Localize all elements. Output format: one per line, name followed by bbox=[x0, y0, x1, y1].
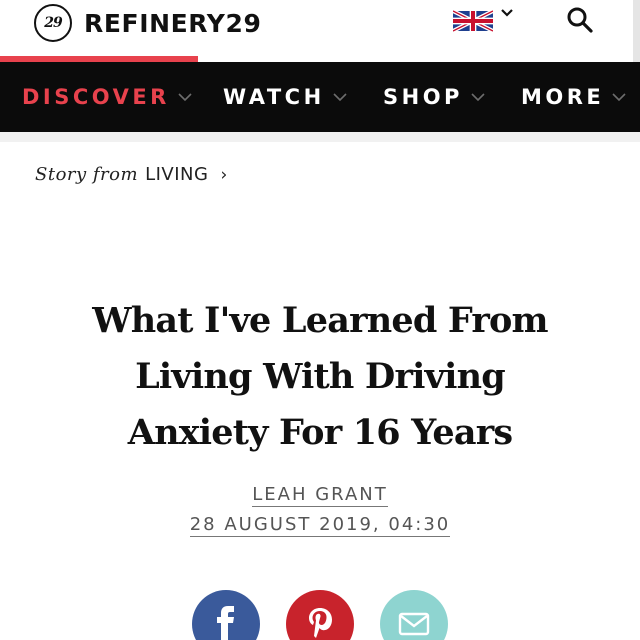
author-link[interactable]: LEAH GRANT bbox=[252, 484, 388, 507]
share-pinterest-button[interactable] bbox=[286, 590, 354, 640]
publish-date-text: 28 AUGUST 2019, 04:30 bbox=[189, 514, 451, 537]
scrollbar-edge bbox=[633, 0, 640, 62]
nav-shadow-band bbox=[0, 132, 640, 142]
logo-text: REFINERY29 bbox=[84, 8, 262, 38]
uk-flag-icon[interactable] bbox=[453, 10, 493, 32]
nav-item-more[interactable]: MORE bbox=[521, 62, 626, 132]
chevron-right-icon: › bbox=[220, 164, 228, 185]
story-prefix: Story from bbox=[35, 164, 139, 185]
headline-line: What I've Learned From bbox=[92, 300, 548, 341]
headline-line: Living With Driving bbox=[135, 356, 506, 397]
chevron-down-icon bbox=[471, 92, 485, 101]
logo-mark: 29 bbox=[34, 4, 72, 42]
chevron-down-icon bbox=[333, 92, 347, 101]
email-icon bbox=[398, 612, 430, 636]
story-category-link[interactable]: Story from LIVING › bbox=[35, 164, 227, 185]
top-header: 29 REFINERY29 bbox=[0, 0, 640, 62]
nav-item-watch[interactable]: WATCH bbox=[223, 62, 347, 132]
main-nav: DISCOVER WATCH SHOP MORE bbox=[0, 62, 640, 132]
publish-date: 28 AUGUST 2019, 04:30 bbox=[0, 514, 640, 537]
pinterest-icon bbox=[309, 608, 332, 638]
nav-item-label: WATCH bbox=[223, 85, 325, 109]
nav-item-discover[interactable]: DISCOVER bbox=[22, 62, 192, 132]
headline-line: Anxiety For 16 Years bbox=[127, 412, 513, 453]
story-category: LIVING bbox=[145, 164, 209, 185]
article-headline: What I've Learned From Living With Drivi… bbox=[60, 293, 580, 461]
nav-item-label: MORE bbox=[521, 85, 605, 109]
share-facebook-button[interactable] bbox=[192, 590, 260, 640]
chevron-down-icon[interactable] bbox=[500, 8, 514, 18]
article-page: 29 REFINERY29 DISCOVER WATCH SHOP MORE S… bbox=[0, 0, 640, 640]
nav-item-label: SHOP bbox=[383, 85, 463, 109]
chevron-down-icon bbox=[178, 92, 192, 101]
search-icon[interactable] bbox=[566, 6, 594, 34]
author-byline: LEAH GRANT bbox=[0, 484, 640, 507]
chevron-down-icon bbox=[612, 92, 626, 101]
nav-item-shop[interactable]: SHOP bbox=[383, 62, 485, 132]
site-logo[interactable]: 29 REFINERY29 bbox=[34, 3, 261, 43]
facebook-icon bbox=[217, 606, 234, 640]
nav-item-label: DISCOVER bbox=[22, 85, 170, 109]
share-email-button[interactable] bbox=[380, 590, 448, 640]
